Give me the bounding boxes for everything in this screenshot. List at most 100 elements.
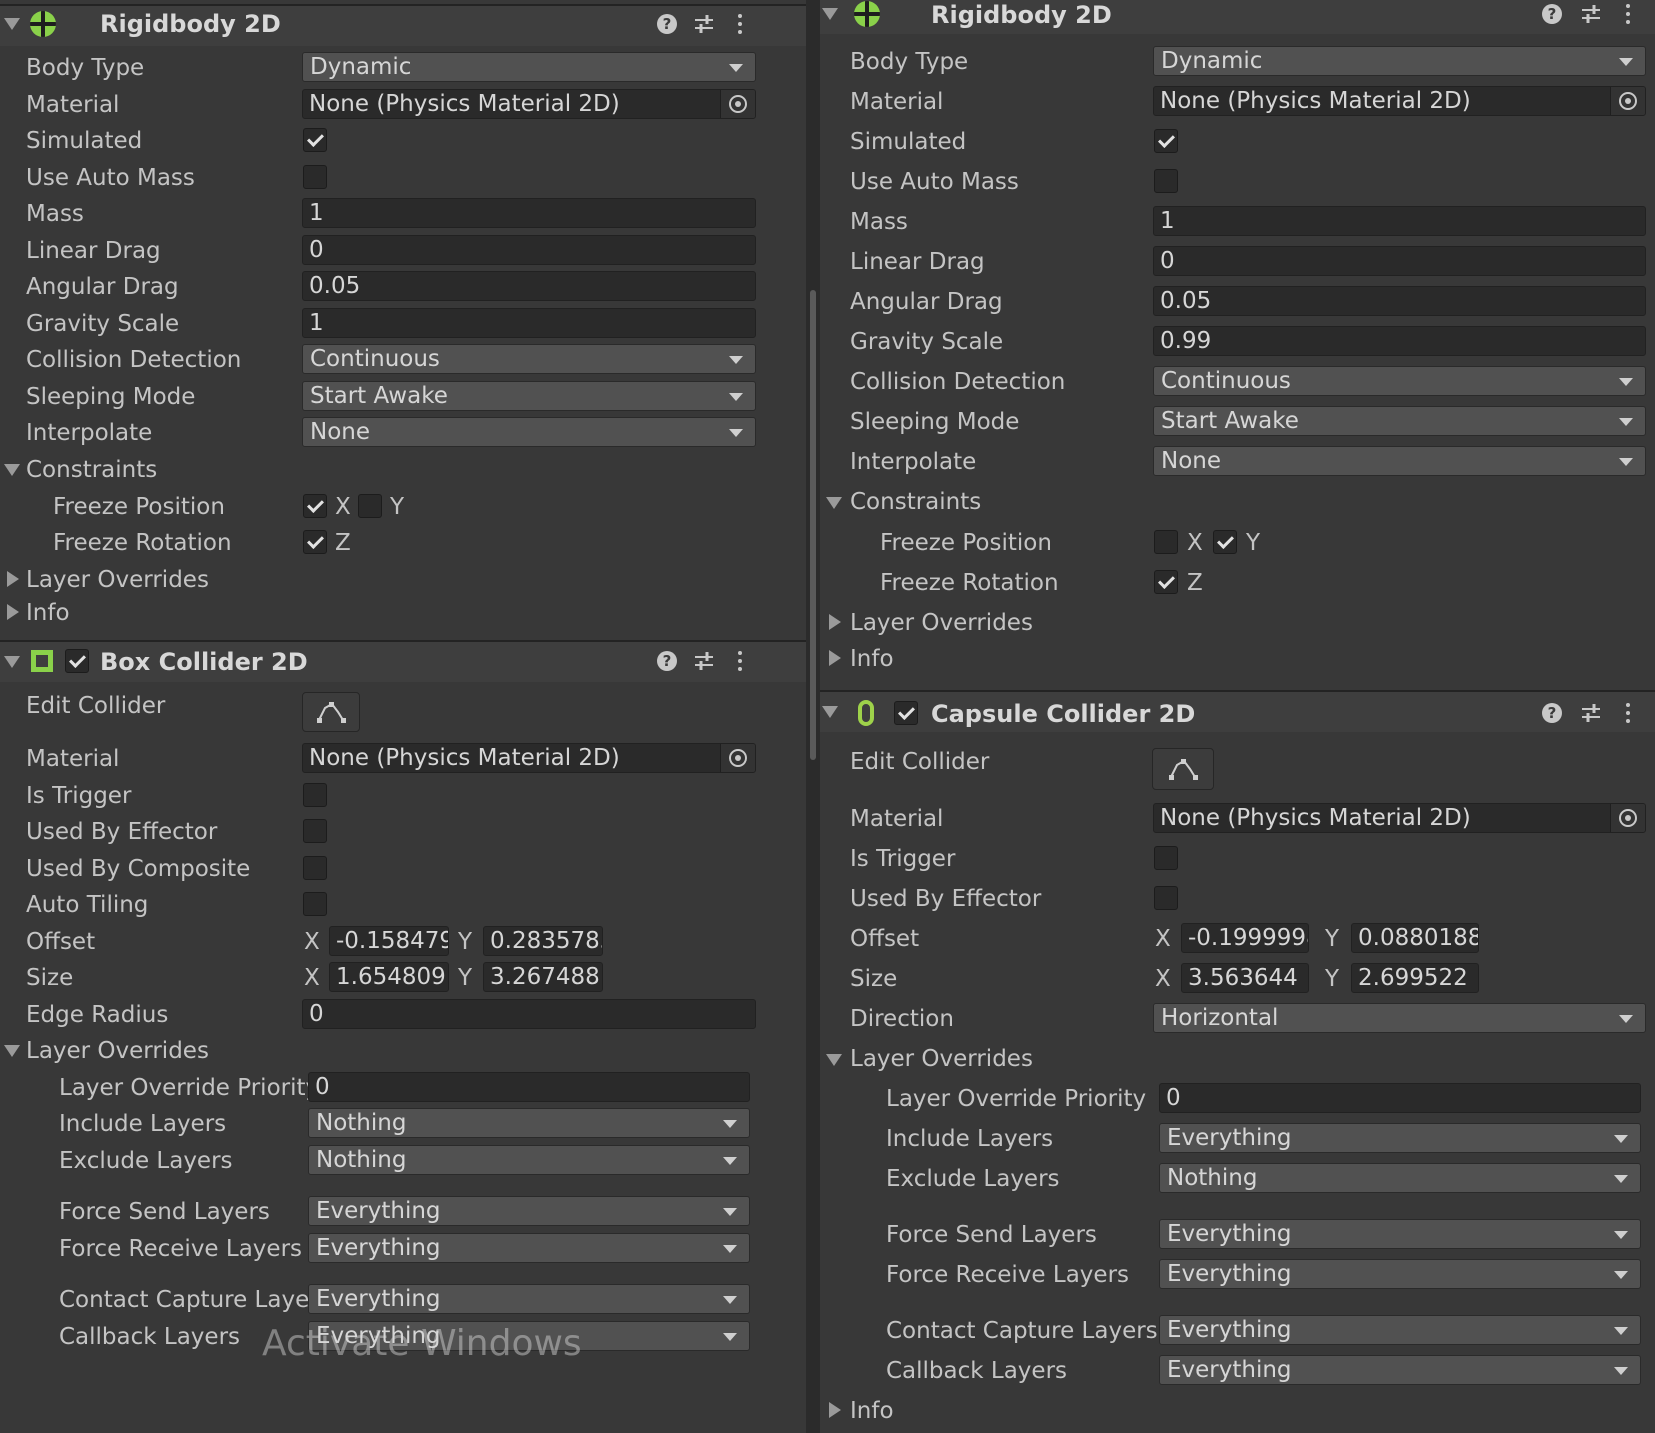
force-send-layers-dropdown[interactable]: Everything — [308, 1196, 750, 1226]
interpolate-dropdown[interactable]: None — [302, 417, 756, 447]
use-auto-mass-checkbox[interactable] — [1154, 169, 1178, 193]
body-type-dropdown[interactable]: Dynamic — [302, 52, 756, 82]
kebab-menu-icon[interactable] — [737, 13, 743, 35]
constraints-foldout-arrow-icon[interactable] — [826, 497, 842, 509]
object-picker-icon[interactable] — [720, 90, 755, 118]
auto-tiling-checkbox[interactable] — [303, 892, 327, 916]
freeze-position-x-checkbox[interactable] — [1154, 530, 1178, 554]
callback-layers-dropdown[interactable]: Everything — [1159, 1355, 1641, 1385]
object-picker-icon[interactable] — [1610, 87, 1645, 115]
collision-detection-dropdown[interactable]: Continuous — [302, 344, 756, 374]
layer-overrides-foldout[interactable]: Layer Overrides — [26, 1040, 209, 1063]
info-foldout-arrow-icon[interactable] — [829, 1402, 841, 1418]
collapse-arrow-icon[interactable] — [822, 706, 838, 718]
freeze-rotation-z-checkbox[interactable] — [1154, 570, 1178, 594]
info-foldout[interactable]: Info — [850, 648, 894, 671]
help-icon[interactable]: ? — [657, 651, 677, 671]
layer-overrides-foldout-arrow-icon[interactable] — [826, 1054, 842, 1066]
exclude-layers-dropdown[interactable]: Nothing — [308, 1145, 750, 1175]
layer-overrides-foldout-arrow-icon[interactable] — [4, 1045, 20, 1057]
include-layers-dropdown[interactable]: Nothing — [308, 1108, 750, 1138]
layer-override-priority-field[interactable]: 0 — [1159, 1083, 1641, 1113]
info-foldout-arrow-icon[interactable] — [829, 650, 841, 666]
gravity-scale-field[interactable]: 1 — [302, 308, 756, 338]
scrollbar-thumb[interactable] — [810, 290, 816, 760]
size-y-field[interactable]: 2.699522 — [1351, 963, 1479, 993]
edit-collider-button[interactable] — [302, 692, 360, 732]
info-foldout-arrow-icon[interactable] — [7, 604, 19, 620]
include-layers-dropdown[interactable]: Everything — [1159, 1123, 1641, 1153]
constraints-foldout-arrow-icon[interactable] — [4, 464, 20, 476]
layer-overrides-foldout[interactable]: Layer Overrides — [850, 1048, 1033, 1071]
box-collider-enabled-checkbox[interactable] — [65, 649, 89, 673]
offset-x-field[interactable]: -0.158479 — [329, 926, 449, 956]
kebab-menu-icon[interactable] — [1625, 702, 1631, 724]
freeze-rotation-z-checkbox[interactable] — [303, 530, 327, 554]
is-trigger-checkbox[interactable] — [1154, 846, 1178, 870]
presets-sliders-icon[interactable] — [693, 13, 715, 35]
kebab-menu-icon[interactable] — [1625, 3, 1631, 25]
size-x-field[interactable]: 1.654809 — [329, 962, 449, 992]
constraints-foldout[interactable]: Constraints — [26, 459, 157, 482]
layer-overrides-foldout[interactable]: Layer Overrides — [850, 612, 1033, 635]
sleeping-mode-dropdown[interactable]: Start Awake — [1153, 406, 1646, 436]
force-send-layers-dropdown[interactable]: Everything — [1159, 1219, 1641, 1249]
freeze-position-y-checkbox[interactable] — [1213, 530, 1237, 554]
exclude-layers-dropdown[interactable]: Nothing — [1159, 1163, 1641, 1193]
gravity-scale-field[interactable]: 0.99 — [1153, 326, 1646, 356]
freeze-position-x-checkbox[interactable] — [303, 494, 327, 518]
constraints-foldout[interactable]: Constraints — [850, 491, 981, 514]
presets-sliders-icon[interactable] — [693, 650, 715, 672]
used-by-composite-checkbox[interactable] — [303, 856, 327, 880]
collapse-arrow-icon[interactable] — [4, 18, 20, 30]
edge-radius-field[interactable]: 0 — [302, 999, 756, 1029]
info-foldout[interactable]: Info — [26, 602, 70, 625]
layer-overrides-foldout[interactable]: Layer Overrides — [26, 569, 209, 592]
direction-dropdown[interactable]: Horizontal — [1153, 1003, 1646, 1033]
material-field[interactable]: None (Physics Material 2D) — [1153, 86, 1646, 116]
size-y-field[interactable]: 3.267488 — [483, 962, 603, 992]
contact-capture-layers-dropdown[interactable]: Everything — [308, 1284, 750, 1314]
offset-x-field[interactable]: -0.1999998 — [1181, 923, 1309, 953]
offset-y-field[interactable]: 0.0880188 — [1351, 923, 1479, 953]
use-auto-mass-checkbox[interactable] — [303, 165, 327, 189]
material-field[interactable]: None (Physics Material 2D) — [302, 89, 756, 119]
collapse-arrow-icon[interactable] — [822, 8, 838, 20]
capsule-collider-enabled-checkbox[interactable] — [894, 701, 918, 725]
info-foldout[interactable]: Info — [850, 1400, 894, 1423]
angular-drag-field[interactable]: 0.05 — [302, 271, 756, 301]
collision-detection-dropdown[interactable]: Continuous — [1153, 366, 1646, 396]
edit-collider-button[interactable] — [1152, 748, 1214, 790]
layer-overrides-foldout-arrow-icon[interactable] — [829, 614, 841, 630]
linear-drag-field[interactable]: 0 — [302, 235, 756, 265]
interpolate-dropdown[interactable]: None — [1153, 446, 1646, 476]
layer-overrides-foldout-arrow-icon[interactable] — [7, 571, 19, 587]
material-field[interactable]: None (Physics Material 2D) — [302, 743, 756, 773]
help-icon[interactable]: ? — [657, 14, 677, 34]
mass-field[interactable]: 1 — [302, 198, 756, 228]
kebab-menu-icon[interactable] — [737, 650, 743, 672]
force-receive-layers-dropdown[interactable]: Everything — [1159, 1259, 1641, 1289]
angular-drag-field[interactable]: 0.05 — [1153, 286, 1646, 316]
simulated-checkbox[interactable] — [303, 128, 327, 152]
body-type-dropdown[interactable]: Dynamic — [1153, 46, 1646, 76]
object-picker-icon[interactable] — [1610, 804, 1645, 832]
sleeping-mode-dropdown[interactable]: Start Awake — [302, 381, 756, 411]
simulated-checkbox[interactable] — [1154, 129, 1178, 153]
material-field[interactable]: None (Physics Material 2D) — [1153, 803, 1646, 833]
presets-sliders-icon[interactable] — [1580, 702, 1602, 724]
used-by-effector-checkbox[interactable] — [303, 819, 327, 843]
contact-capture-layers-dropdown[interactable]: Everything — [1159, 1315, 1641, 1345]
size-x-field[interactable]: 3.563644 — [1181, 963, 1309, 993]
collapse-arrow-icon[interactable] — [4, 656, 20, 668]
is-trigger-checkbox[interactable] — [303, 783, 327, 807]
used-by-effector-checkbox[interactable] — [1154, 886, 1178, 910]
force-receive-layers-dropdown[interactable]: Everything — [308, 1233, 750, 1263]
layer-override-priority-field[interactable]: 0 — [308, 1072, 750, 1102]
linear-drag-field[interactable]: 0 — [1153, 246, 1646, 276]
offset-y-field[interactable]: 0.2835785 — [483, 926, 603, 956]
object-picker-icon[interactable] — [720, 744, 755, 772]
mass-field[interactable]: 1 — [1153, 206, 1646, 236]
help-icon[interactable]: ? — [1542, 703, 1562, 723]
presets-sliders-icon[interactable] — [1580, 3, 1602, 25]
